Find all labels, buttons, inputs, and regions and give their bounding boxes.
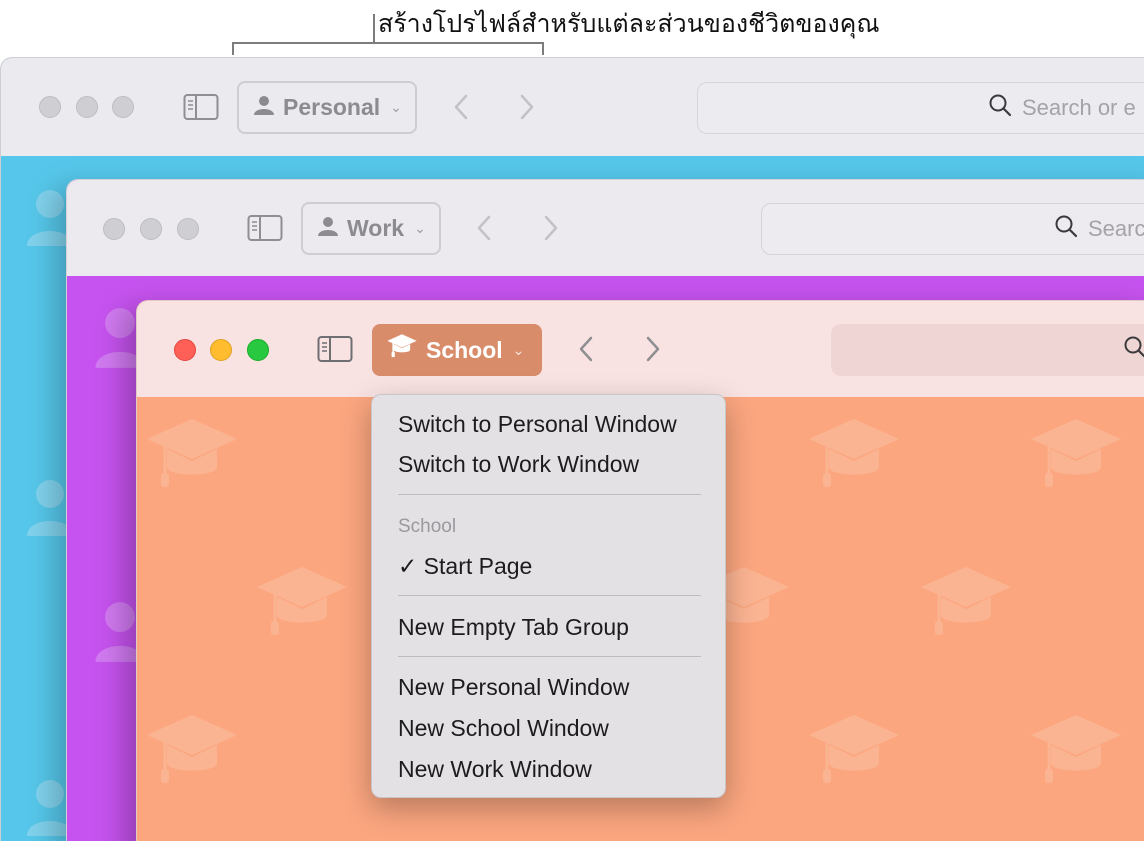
close-button[interactable] xyxy=(174,339,196,361)
menu-separator xyxy=(398,656,701,657)
profile-menu: Switch to Personal Window Switch to Work… xyxy=(371,394,726,798)
callout-bracket xyxy=(232,42,544,55)
search-icon xyxy=(988,93,1012,123)
forward-icon[interactable] xyxy=(639,332,665,366)
checkmark-icon: ✓ xyxy=(398,553,418,579)
menu-item-switch-personal[interactable]: Switch to Personal Window xyxy=(398,411,677,438)
chevron-down-icon: ⌄ xyxy=(512,341,525,358)
menu-section-header: School xyxy=(398,516,457,537)
sidebar-toggle-icon[interactable] xyxy=(317,335,353,363)
forward-icon[interactable] xyxy=(513,90,539,124)
profile-label: School xyxy=(426,336,503,363)
personal-toolbar: Personal ⌄ Search or e xyxy=(1,58,1144,156)
menu-item-new-work-window[interactable]: New Work Window xyxy=(398,756,592,783)
forward-icon[interactable] xyxy=(537,211,563,245)
chevron-down-icon: ⌄ xyxy=(414,220,426,236)
person-icon xyxy=(317,215,339,243)
graduation-cap-icon xyxy=(145,711,239,802)
minimize-button[interactable] xyxy=(140,218,162,240)
minimize-button[interactable] xyxy=(76,96,98,118)
menu-item-new-school-window[interactable]: New School Window xyxy=(398,715,609,742)
minimize-button[interactable] xyxy=(210,339,232,361)
profile-button-personal[interactable]: Personal ⌄ xyxy=(237,81,417,134)
graduation-cap-icon xyxy=(919,563,1013,654)
sidebar-toggle-icon[interactable] xyxy=(247,214,283,242)
menu-item-label: Start Page xyxy=(423,553,533,579)
close-button[interactable] xyxy=(39,96,61,118)
menu-item-new-empty-tab-group[interactable]: New Empty Tab Group xyxy=(398,614,629,641)
menu-item-start-page[interactable]: ✓ Start Page xyxy=(398,553,532,580)
graduation-cap-icon xyxy=(255,563,349,654)
search-icon xyxy=(1123,335,1144,365)
profile-label: Personal xyxy=(283,94,381,120)
back-icon[interactable] xyxy=(472,211,498,245)
close-button[interactable] xyxy=(103,218,125,240)
search-icon xyxy=(1054,214,1078,244)
callout-text: สร้างโปรไฟล์สำหรับแต่ละส่วนของชีวิตของคุ… xyxy=(378,10,880,38)
zoom-button[interactable] xyxy=(177,218,199,240)
chevron-down-icon: ⌄ xyxy=(390,99,402,115)
address-bar[interactable] xyxy=(831,324,1144,376)
menu-separator xyxy=(398,595,701,596)
search-placeholder: Search or e xyxy=(1022,95,1136,120)
work-toolbar: Work ⌄ Searc xyxy=(67,180,1144,276)
search-placeholder: Searc xyxy=(1088,216,1144,241)
graduation-cap-icon xyxy=(1029,415,1123,506)
graduation-cap-icon xyxy=(807,711,901,802)
menu-item-new-personal-window[interactable]: New Personal Window xyxy=(398,674,629,701)
profile-button-work[interactable]: Work ⌄ xyxy=(301,202,441,255)
graduation-cap-icon xyxy=(145,415,239,506)
menu-separator xyxy=(398,494,701,495)
address-bar[interactable]: Searc xyxy=(761,203,1144,255)
person-icon xyxy=(253,94,275,122)
graduation-cap-icon xyxy=(807,415,901,506)
graduation-cap-icon xyxy=(1029,711,1123,802)
profile-label: Work xyxy=(347,215,405,241)
school-toolbar: School ⌄ xyxy=(137,301,1144,397)
back-icon[interactable] xyxy=(574,332,600,366)
address-bar[interactable]: Search or e xyxy=(697,82,1144,134)
graduation-cap-icon xyxy=(386,333,418,367)
back-icon[interactable] xyxy=(449,90,475,124)
sidebar-toggle-icon[interactable] xyxy=(183,93,219,121)
profile-button-school[interactable]: School ⌄ xyxy=(372,324,542,376)
callout-pointer xyxy=(373,14,375,43)
menu-item-switch-work[interactable]: Switch to Work Window xyxy=(398,451,639,478)
zoom-button[interactable] xyxy=(112,96,134,118)
zoom-button[interactable] xyxy=(247,339,269,361)
